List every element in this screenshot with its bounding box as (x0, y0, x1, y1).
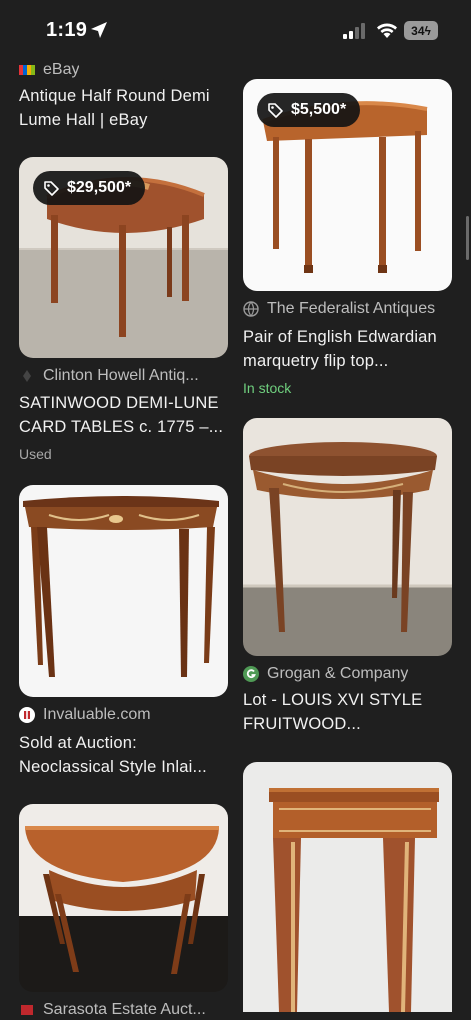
title-line: marquetry flip top... (243, 352, 389, 370)
cellular-signal-icon (343, 23, 365, 39)
grogan-favicon-icon (243, 666, 259, 682)
inlaid-side-table-image (243, 762, 452, 1012)
title-line: Neoclassical Style Inlai... (19, 758, 207, 776)
result-thumbnail[interactable]: $29,500* (19, 157, 228, 358)
source-name: Sarasota Estate Auct... (43, 1001, 206, 1018)
title-line: Sold at Auction: (19, 734, 137, 752)
location-arrow-icon (91, 22, 107, 38)
globe-icon (243, 301, 259, 317)
title-line: Lume Hall | eBay (19, 111, 148, 129)
result-thumbnail[interactable] (243, 418, 452, 656)
clinton-howell-favicon-icon (23, 370, 31, 382)
result-source[interactable]: Clinton Howell Antiq... (19, 366, 228, 386)
source-name: eBay (43, 61, 80, 78)
source-name: Invaluable.com (43, 706, 151, 723)
status-bar: 1:19 34 ϟ (0, 0, 471, 62)
price-tag-icon (268, 103, 283, 118)
title-line: CARD TABLES c. 1775 –... (19, 418, 224, 436)
battery-indicator: 34 ϟ (404, 21, 438, 40)
sarasota-favicon-icon (21, 1005, 33, 1015)
neoclassical-inlaid-table-image (19, 485, 228, 697)
scroll-indicator[interactable] (466, 216, 469, 260)
invaluable-favicon-icon (19, 707, 35, 723)
louis-xvi-fruitwood-table-image (243, 418, 452, 656)
source-name: The Federalist Antiques (267, 300, 436, 317)
result-title[interactable]: SATINWOOD DEMI-LUNE CARD TABLES c. 1775 … (19, 391, 228, 439)
condition-label: Used (19, 446, 52, 462)
result-thumbnail[interactable] (243, 762, 452, 1012)
stock-status: In stock (243, 380, 292, 396)
result-thumbnail[interactable] (19, 804, 228, 992)
result-source[interactable]: eBay (19, 60, 228, 80)
charging-bolt-icon: ϟ (424, 23, 431, 38)
source-name: Clinton Howell Antiq... (43, 367, 199, 384)
price-value: $29,500* (67, 179, 132, 196)
title-line: Pair of English Edwardian (243, 328, 437, 346)
price-tag-icon (44, 181, 59, 196)
wifi-icon (377, 23, 397, 38)
result-source[interactable]: Invaluable.com (19, 705, 228, 725)
result-title[interactable]: Sold at Auction: Neoclassical Style Inla… (19, 731, 228, 779)
title-line: SATINWOOD DEMI-LUNE (19, 394, 219, 412)
result-title[interactable]: Pair of English Edwardian marquetry flip… (243, 325, 452, 373)
title-line: Lot - LOUIS XVI STYLE (243, 691, 423, 709)
title-line: FRUITWOOD... (243, 715, 361, 733)
result-thumbnail[interactable] (19, 485, 228, 697)
price-badge: $5,500* (257, 93, 361, 127)
result-title[interactable]: Antique Half Round Demi Lume Hall | eBay (19, 84, 228, 132)
result-source[interactable]: Grogan & Company (243, 664, 452, 684)
price-badge: $29,500* (33, 171, 146, 205)
status-time: 1:19 (46, 19, 88, 41)
battery-level: 34 (411, 23, 425, 38)
source-name: Grogan & Company (267, 665, 409, 682)
result-source[interactable]: The Federalist Antiques (243, 299, 452, 319)
ebay-favicon-icon (19, 65, 35, 75)
result-thumbnail[interactable]: $5,500* (243, 79, 452, 291)
result-title[interactable]: Lot - LOUIS XVI STYLE FRUITWOOD... (243, 688, 452, 736)
result-source[interactable]: Sarasota Estate Auct... (19, 1000, 228, 1020)
price-value: $5,500* (291, 101, 347, 118)
half-moon-table-image (19, 804, 228, 992)
title-line: Antique Half Round Demi (19, 87, 210, 105)
